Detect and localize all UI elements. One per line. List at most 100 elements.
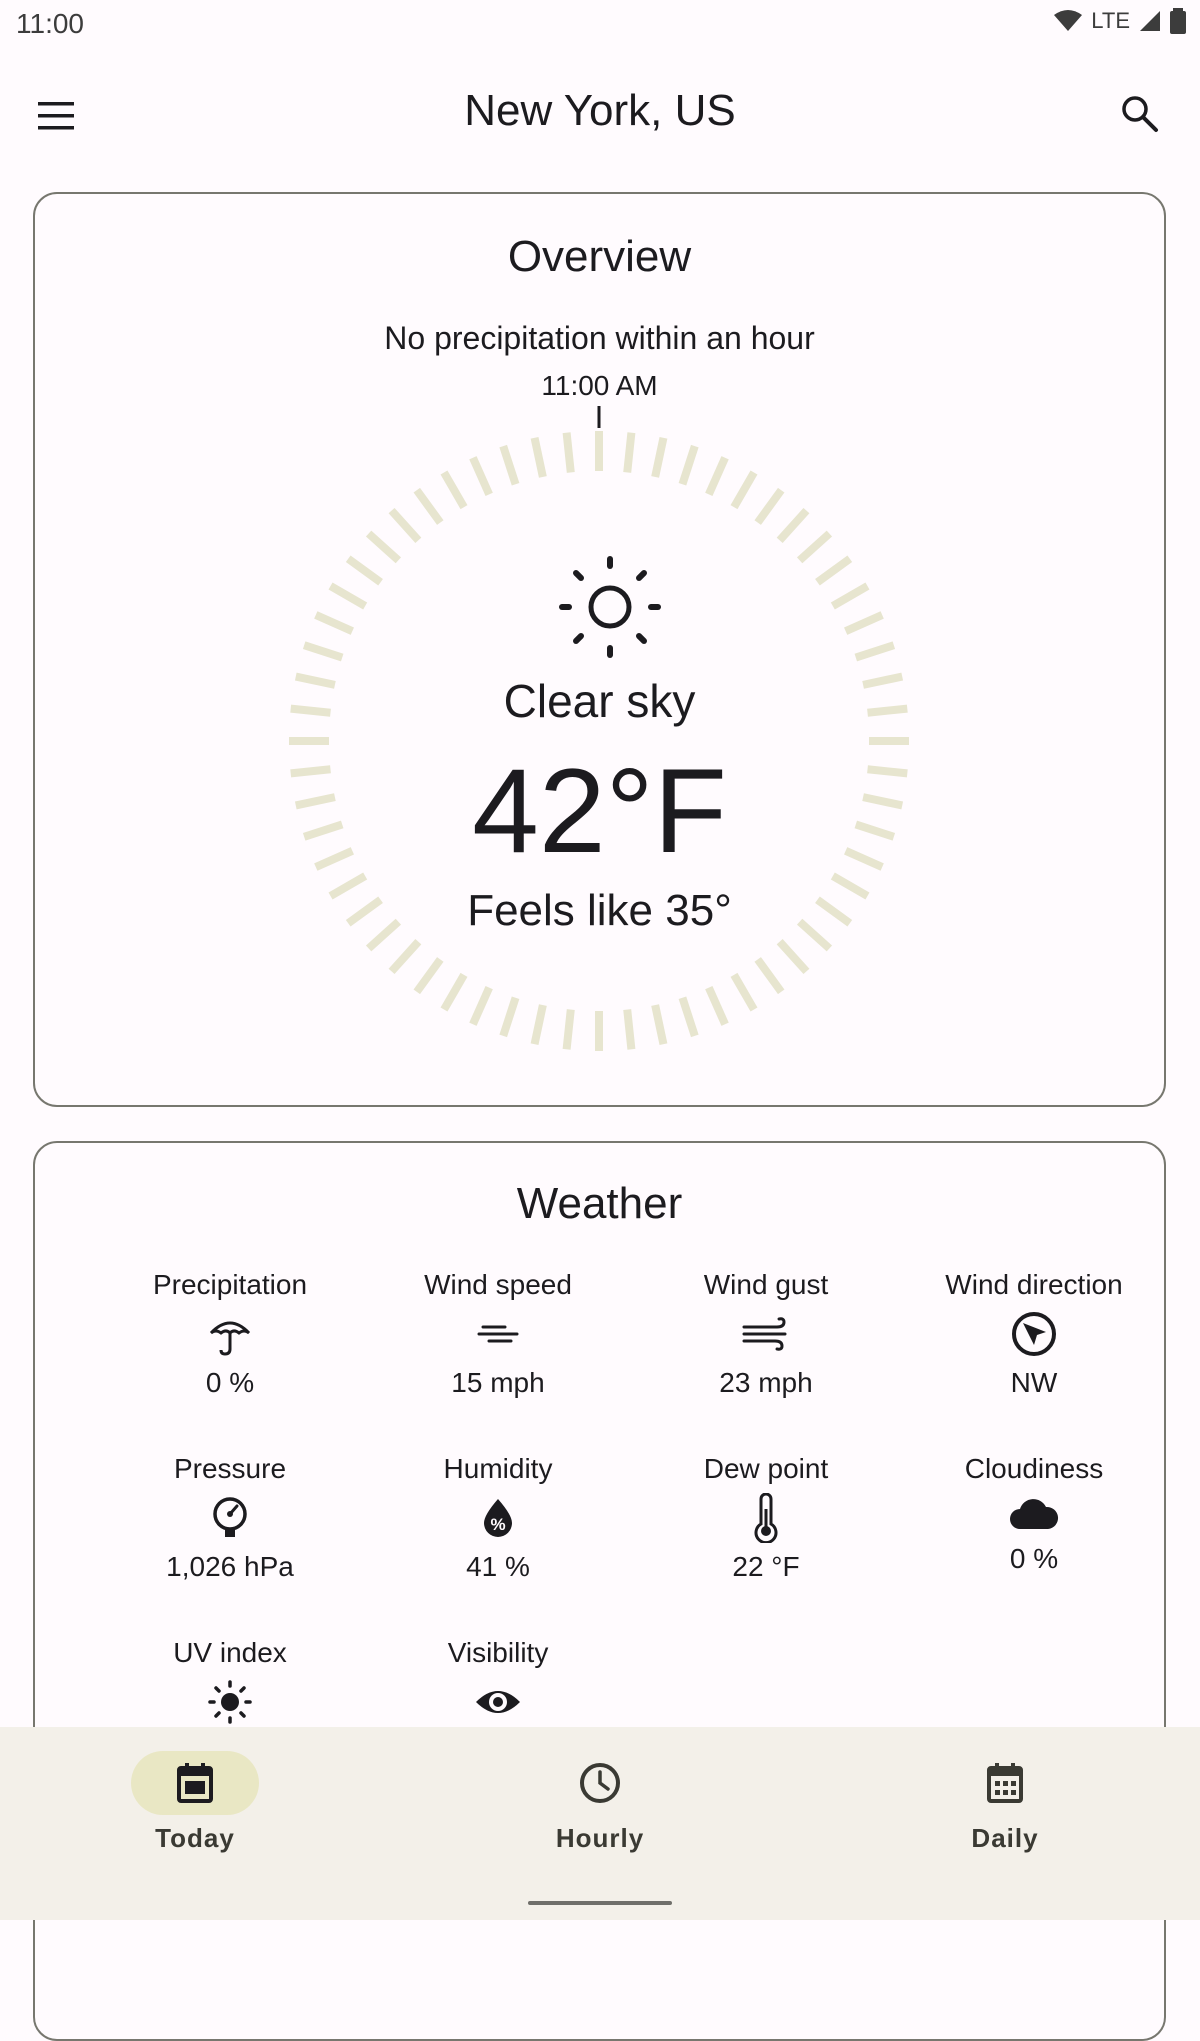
item-value: 1,026 hPa [166, 1551, 294, 1582]
gauge-icon [213, 1497, 247, 1537]
feels-like: Feels like 35° [467, 886, 732, 935]
dial-tick [678, 444, 699, 486]
dial-tick [345, 555, 383, 586]
calendar-daily-icon [987, 1763, 1023, 1803]
dial-tick [776, 507, 810, 544]
nav-item-hourly[interactable]: Hourly [470, 1751, 730, 1854]
dial-tick [651, 436, 668, 478]
overview-card: Overview No precipitation within an hour… [33, 192, 1166, 1107]
umbrella-icon [209, 1321, 251, 1356]
dial-tick [705, 456, 729, 496]
status-time: 11:00 [16, 8, 84, 39]
dial-tick [562, 432, 575, 473]
dial-tick [440, 470, 468, 510]
dial-tick [854, 641, 896, 662]
wind-icon [477, 1325, 519, 1343]
dial-tick [328, 582, 368, 610]
item-value: NW [1010, 1367, 1058, 1398]
nav-icon-container [941, 1751, 1069, 1815]
temperature: 42°F [472, 744, 727, 878]
nav-label: Today [155, 1823, 235, 1853]
wifi-icon [1054, 10, 1083, 31]
dial-tick [754, 957, 785, 995]
dial-tick [844, 611, 884, 635]
dial-tick [815, 555, 853, 586]
clear-sky-icon [559, 556, 661, 658]
signal-icon [1140, 11, 1160, 31]
dial-tick [302, 641, 344, 662]
calendar-today-icon [177, 1763, 213, 1803]
dial-tick [413, 957, 444, 995]
item-label: UV index [173, 1637, 287, 1668]
nav-icon-container [536, 1751, 664, 1815]
eye-icon [476, 1691, 520, 1713]
dial-tick [796, 530, 833, 564]
dial-tick [623, 432, 636, 473]
item-label: Humidity [443, 1453, 553, 1484]
weather-item-wind-speed: Wind speed 15 mph [364, 1267, 632, 1401]
item-value: 0 % [205, 1367, 255, 1398]
nav-label: Hourly [555, 1823, 645, 1853]
network-type: LTE [1091, 8, 1130, 33]
dial-tick [530, 436, 547, 478]
humidity-drop-icon: % [484, 1499, 512, 1537]
condition-text: Clear sky [503, 675, 696, 727]
weather-item-precipitation: Precipitation 0 % [96, 1267, 364, 1401]
item-label: Wind speed [424, 1269, 572, 1300]
search-icon[interactable] [1116, 90, 1164, 138]
dial-tick [413, 487, 444, 525]
status-icons: LTE [1053, 8, 1186, 34]
dial-tick [730, 470, 758, 510]
item-value: 41 % [466, 1551, 530, 1582]
nav-label: Daily [971, 1823, 1039, 1853]
dial-tick [730, 972, 758, 1012]
weather-item-humidity: Humidity % 41 % [364, 1451, 632, 1585]
app-bar: New York, US [0, 62, 1200, 166]
dial-tick [705, 986, 729, 1026]
item-label: Precipitation [152, 1269, 308, 1300]
weather-title: Weather [516, 1179, 683, 1228]
item-value: 23 mph [719, 1367, 813, 1398]
dial-tick [754, 487, 785, 525]
item-label: Wind direction [945, 1269, 1123, 1300]
nav-active-indicator [131, 1751, 259, 1815]
dial-tick [469, 456, 493, 496]
dial-tick [776, 938, 810, 975]
battery-icon [1170, 8, 1186, 34]
item-label: Cloudiness [964, 1453, 1104, 1484]
status-bar: 11:00 LTE [0, 0, 1200, 50]
dial-tick [388, 938, 422, 975]
dial-tick [623, 1009, 636, 1050]
cloud-icon [1010, 1499, 1059, 1529]
item-label: Dew point [703, 1453, 829, 1484]
item-label: Pressure [173, 1453, 287, 1484]
weather-item-wind-direction: Wind direction NW [900, 1267, 1168, 1401]
dial-tick [388, 507, 422, 544]
dial-tick [651, 1004, 668, 1046]
compass-arrow-icon [1012, 1312, 1056, 1356]
dial-tick [830, 582, 870, 610]
weather-item-pressure: Pressure 1,026 hPa [96, 1451, 364, 1585]
location-title: New York, US [464, 86, 736, 135]
dial-tick [440, 972, 468, 1012]
dial-tick [499, 996, 520, 1038]
nav-item-daily[interactable]: Daily [875, 1751, 1135, 1854]
weather-item-wind-gust: Wind gust 23 mph [632, 1267, 900, 1401]
dial-tick [678, 996, 699, 1038]
item-value: 15 mph [451, 1367, 545, 1398]
wind-gust-icon [742, 1317, 787, 1351]
gesture-handle [528, 1901, 672, 1905]
dial-tick [499, 444, 520, 486]
nav-item-today[interactable]: Today [65, 1751, 325, 1854]
item-label: Visibility [447, 1637, 549, 1668]
weather-item-cloudiness: Cloudiness 0 % [900, 1451, 1168, 1577]
dial-tick [469, 986, 493, 1026]
dial-tick [562, 1009, 575, 1050]
item-value: 22 °F [732, 1551, 800, 1582]
clock-icon [580, 1763, 620, 1803]
item-label: Wind gust [703, 1269, 829, 1300]
svg-text:%: % [490, 1515, 505, 1534]
dial-tick [530, 1004, 547, 1046]
thermometer-icon [754, 1493, 778, 1543]
bottom-navigation: Today Hourly Daily [0, 1727, 1200, 1920]
